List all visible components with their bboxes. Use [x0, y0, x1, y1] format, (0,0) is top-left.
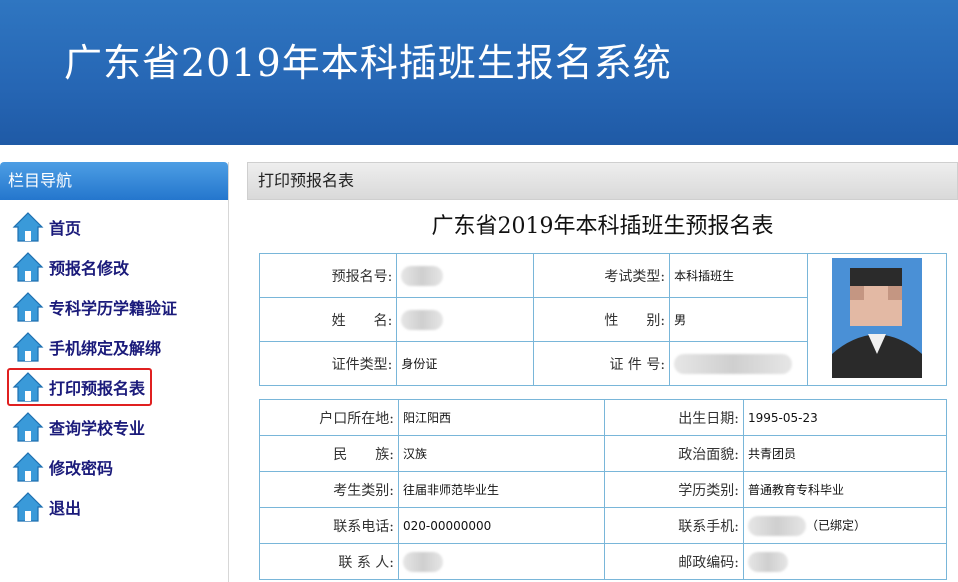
- mobile-status: （已绑定）: [806, 518, 867, 532]
- sidebar-item-modify-registration[interactable]: 预报名修改: [12, 250, 129, 284]
- id-type-label: 证件类型:: [258, 341, 398, 386]
- edu-type-label: 学历类别:: [604, 471, 744, 508]
- political-label: 政治面貌:: [604, 435, 744, 472]
- sidebar-item-phone-binding[interactable]: 手机绑定及解绑: [12, 330, 161, 364]
- category-value: 往届非师范毕业生: [398, 471, 605, 508]
- sidebar: 栏目导航 首页 预报名修改 专科学历学籍验证 手机绑定及解绑 打印预报名表 查询…: [0, 162, 229, 582]
- detail-info-table: 户口所在地: 阳江阳西 出生日期: 1995-05-23 民 族: 汉族 政治面…: [259, 399, 947, 580]
- house-icon: [12, 412, 44, 442]
- id-no-value: [669, 341, 808, 386]
- sidebar-item-label: 修改密码: [49, 459, 114, 478]
- ethnic-label: 民 族:: [259, 435, 399, 472]
- birth-value: 1995-05-23: [743, 399, 947, 436]
- name-value: [396, 297, 534, 342]
- gender-label: 性 别:: [532, 297, 671, 342]
- redacted-reg-no: [401, 265, 444, 286]
- sidebar-item-label: 手机绑定及解绑: [49, 339, 162, 358]
- house-icon: [12, 212, 44, 242]
- ethnic-value: 汉族: [398, 435, 605, 472]
- birth-label: 出生日期:: [604, 399, 744, 436]
- reg-no-label: 预报名号:: [258, 253, 398, 298]
- redacted-name: [401, 309, 444, 330]
- reg-no-value: [396, 253, 534, 298]
- sidebar-item-home[interactable]: 首页: [12, 210, 81, 244]
- exam-type-label: 考试类型:: [532, 253, 671, 298]
- main-panel: 打印预报名表 广东省2019年本科插班生预报名表 预报名号: 考试类型: 本科插…: [247, 162, 958, 582]
- phone-label: 联系电话:: [259, 507, 399, 544]
- category-label: 考生类别:: [259, 471, 399, 508]
- sidebar-item-label: 专科学历学籍验证: [49, 299, 178, 318]
- name-label: 姓 名:: [258, 297, 398, 342]
- edu-type-value: 普通教育专科毕业: [743, 471, 947, 508]
- house-icon: [12, 452, 44, 482]
- id-no-label: 证 件 号:: [532, 341, 671, 386]
- sidebar-item-diploma-verification[interactable]: 专科学历学籍验证: [12, 290, 177, 324]
- site-header: 广东省2019年本科插班生报名系统: [0, 0, 958, 145]
- sidebar-item-label: 退出: [49, 499, 82, 518]
- redacted-id-no: [674, 353, 793, 374]
- redacted-contact: [403, 551, 443, 572]
- id-type-value: 身份证: [396, 341, 534, 386]
- sidebar-item-change-password[interactable]: 修改密码: [12, 450, 113, 484]
- postcode-label: 邮政编码:: [604, 543, 744, 580]
- mobile-label: 联系手机:: [604, 507, 744, 544]
- basic-info-table: 预报名号: 考试类型: 本科插班生 姓 名: 性 别: 男 证件类型: 身份证 …: [258, 253, 948, 386]
- form-title: 广东省2019年本科插班生预报名表: [431, 214, 774, 239]
- contact-value: [398, 543, 605, 580]
- exam-type-value: 本科插班生: [669, 253, 808, 298]
- redacted-postcode: [748, 551, 788, 572]
- house-icon: [12, 492, 44, 522]
- political-value: 共青团员: [743, 435, 947, 472]
- postcode-value: [743, 543, 947, 580]
- contact-label: 联 系 人:: [259, 543, 399, 580]
- sidebar-item-label: 预报名修改: [49, 259, 130, 278]
- sidebar-title: 栏目导航: [0, 162, 228, 200]
- applicant-photo: [831, 258, 922, 378]
- panel-title: 打印预报名表: [247, 162, 958, 200]
- site-title: 广东省2019年本科插班生报名系统: [64, 41, 672, 85]
- sidebar-item-query-majors[interactable]: 查询学校专业: [12, 410, 145, 444]
- photo-cell: [806, 253, 948, 386]
- house-icon: [12, 292, 44, 322]
- sidebar-item-logout[interactable]: 退出: [12, 490, 81, 524]
- house-icon: [12, 372, 44, 402]
- gender-value: 男: [669, 297, 808, 342]
- redacted-mobile: [748, 515, 806, 536]
- sidebar-item-label: 打印预报名表: [49, 379, 146, 398]
- phone-value: 020-00000000: [398, 507, 605, 544]
- hukou-value: 阳江阳西: [398, 399, 605, 436]
- sidebar-item-label: 首页: [49, 219, 82, 238]
- house-icon: [12, 252, 44, 282]
- hukou-label: 户口所在地:: [259, 399, 399, 436]
- sidebar-item-print-form[interactable]: 打印预报名表: [7, 368, 153, 406]
- mobile-value: （已绑定）: [743, 507, 947, 544]
- sidebar-item-label: 查询学校专业: [49, 419, 146, 438]
- house-icon: [12, 332, 44, 362]
